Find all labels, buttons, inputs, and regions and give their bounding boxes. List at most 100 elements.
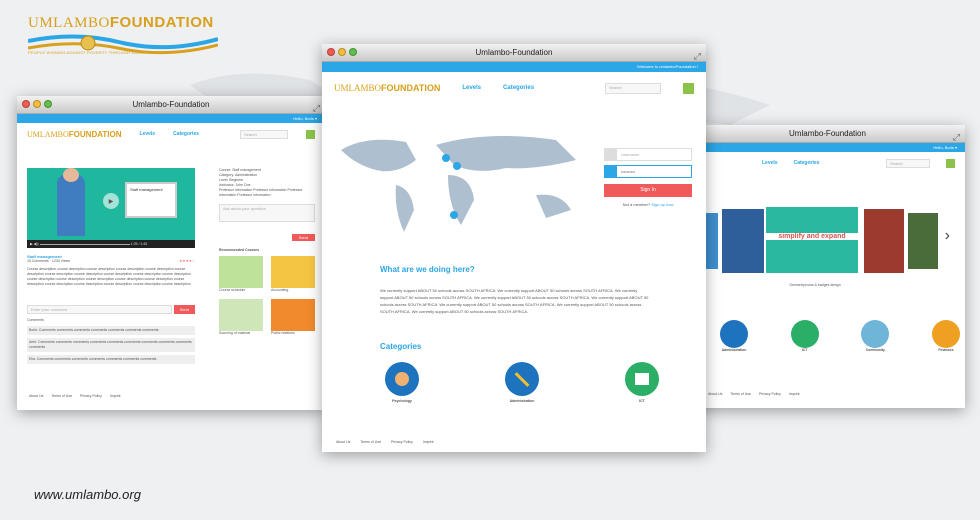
username-field[interactable]: Username bbox=[604, 148, 692, 161]
nav-categories[interactable]: Categories bbox=[794, 160, 820, 166]
map-pin-icon[interactable] bbox=[442, 154, 450, 162]
window-title: Umlambo-Foundation bbox=[475, 48, 553, 57]
chevron-right-icon[interactable]: › bbox=[945, 227, 950, 245]
course-thumbnail bbox=[271, 299, 315, 331]
course-info-panel: Course: Staff management Category: Admin… bbox=[219, 168, 315, 336]
center-categories: Psychology Administration ICT bbox=[372, 362, 672, 404]
sign-up-link[interactable]: Sign up now bbox=[651, 202, 673, 207]
footer-imprint[interactable]: Imprint bbox=[423, 440, 434, 444]
footer-about[interactable]: About Us bbox=[336, 440, 350, 444]
presenter-head bbox=[63, 168, 79, 182]
nav-levels[interactable]: Levels bbox=[140, 131, 156, 137]
footer-about[interactable]: About Us bbox=[29, 394, 43, 398]
world-map bbox=[341, 136, 576, 232]
carousel-tile bbox=[908, 213, 938, 269]
nav-levels[interactable]: Levels bbox=[462, 85, 481, 91]
search-input[interactable]: Search bbox=[605, 82, 661, 94]
window-title: Umlambo-Foundation bbox=[789, 129, 866, 138]
about-heading: What are we doing here? bbox=[380, 265, 475, 274]
search-button[interactable] bbox=[683, 82, 694, 94]
course-description: Course description course description co… bbox=[27, 267, 191, 286]
category-ict[interactable]: ICT bbox=[612, 362, 672, 404]
zoom-icon[interactable] bbox=[44, 100, 52, 108]
course-card[interactable]: Public relations bbox=[271, 299, 315, 336]
minimize-icon[interactable] bbox=[33, 100, 41, 108]
footer-terms[interactable]: Terms of Use bbox=[360, 440, 381, 444]
play-icon[interactable]: ▶ bbox=[103, 193, 119, 209]
welcome-bar: Welcome to umlamboFoundation ! bbox=[322, 62, 706, 72]
course-thumbnail bbox=[271, 256, 315, 288]
right-titlebar: Umlambo-Foundation ⤢ bbox=[690, 125, 965, 143]
carousel-tile bbox=[722, 209, 766, 273]
search-input[interactable]: Search bbox=[886, 158, 930, 168]
close-icon[interactable] bbox=[327, 48, 335, 56]
featured-slide-text: simplify and expand bbox=[766, 233, 858, 240]
nav-levels[interactable]: Levels bbox=[762, 160, 778, 166]
zoom-icon[interactable] bbox=[349, 48, 357, 56]
minimize-icon[interactable] bbox=[338, 48, 346, 56]
comment-input[interactable]: Enter your comment bbox=[27, 305, 172, 314]
window-title: Umlambo-Foundation bbox=[132, 100, 210, 109]
carousel-tile bbox=[864, 209, 904, 273]
brand-wave-graphic bbox=[28, 34, 218, 55]
footer-privacy[interactable]: Privacy Policy bbox=[391, 440, 413, 444]
login-form: Username •••••••••• Sign In Not a member… bbox=[604, 148, 692, 207]
presenter-figure bbox=[57, 174, 85, 236]
category-administration[interactable]: Administration bbox=[720, 320, 748, 353]
tag-icon bbox=[931, 320, 960, 348]
category-ict[interactable]: ICT bbox=[790, 320, 819, 353]
slide-board: Staff management bbox=[125, 182, 177, 218]
category-administration[interactable]: Administration bbox=[492, 362, 552, 404]
expand-icon[interactable]: ⤢ bbox=[313, 99, 320, 117]
left-footer: About Us Terms of Use Privacy Policy Imprin… bbox=[29, 394, 121, 398]
course-thumbnail bbox=[219, 299, 263, 331]
center-footer: About Us Terms of Use Privacy Policy Imprin… bbox=[336, 440, 434, 444]
footer-imprint[interactable]: Imprint bbox=[789, 392, 800, 396]
footer-imprint[interactable]: Imprint bbox=[110, 394, 121, 398]
video-player[interactable]: Staff management ▶ ▶ ◀)) 1:25 / 1:45 bbox=[27, 168, 195, 248]
download-icon bbox=[790, 320, 819, 348]
course-card[interactable]: Course schedule bbox=[219, 256, 263, 293]
left-window: Umlambo-Foundation ⤢ Hello, Boris ▾ UMLA… bbox=[17, 96, 325, 410]
course-card[interactable]: Sourcing of material bbox=[219, 299, 263, 336]
download-icon bbox=[625, 362, 659, 396]
search-button[interactable] bbox=[306, 129, 315, 139]
website-url[interactable]: www.umlambo.org bbox=[34, 487, 141, 502]
user-menu[interactable]: Hello, Boris ▾ bbox=[17, 114, 325, 123]
footer-privacy[interactable]: Privacy Policy bbox=[759, 392, 781, 396]
question-input[interactable]: Ask about your question bbox=[219, 204, 315, 222]
map-pin-icon[interactable] bbox=[453, 162, 461, 170]
footer-terms[interactable]: Terms of Use bbox=[51, 394, 72, 398]
center-window: Umlambo-Foundation ⤢ Welcome to umlamboF… bbox=[322, 44, 706, 452]
expand-icon[interactable]: ⤢ bbox=[953, 128, 960, 146]
person-icon bbox=[385, 362, 419, 396]
screwdriver-icon bbox=[505, 362, 539, 396]
search-input[interactable]: Search bbox=[240, 129, 288, 139]
carousel-featured[interactable]: simplify and expand bbox=[764, 205, 860, 275]
category-community[interactable]: Community bbox=[861, 320, 890, 353]
site-logo[interactable]: UMLAMBOFOUNDATION bbox=[27, 130, 122, 139]
map-pin-icon[interactable] bbox=[450, 211, 458, 219]
course-card[interactable]: Accounting bbox=[271, 256, 315, 293]
expand-icon[interactable]: ⤢ bbox=[694, 47, 701, 65]
footer-about[interactable]: About Us bbox=[708, 392, 722, 396]
search-button[interactable] bbox=[946, 158, 955, 168]
question-send-button[interactable]: Send bbox=[291, 234, 315, 241]
rating-stars: ★★★★☆ bbox=[179, 259, 195, 263]
user-menu[interactable]: Hello, Boris ▾ bbox=[690, 143, 965, 152]
comment-send-button[interactable]: Send bbox=[173, 305, 195, 314]
nav-categories[interactable]: Categories bbox=[503, 85, 534, 91]
nav-categories[interactable]: Categories bbox=[173, 131, 199, 137]
video-controls[interactable]: ▶ ◀)) 1:25 / 1:45 bbox=[27, 240, 195, 248]
close-icon[interactable] bbox=[22, 100, 30, 108]
sign-in-button[interactable]: Sign In bbox=[604, 184, 692, 197]
chat-icon bbox=[861, 320, 890, 348]
site-logo[interactable]: UMLAMBOFOUNDATION bbox=[334, 83, 440, 93]
category-finances[interactable]: Finances bbox=[931, 320, 960, 353]
footer-privacy[interactable]: Privacy Policy bbox=[80, 394, 102, 398]
category-psychology[interactable]: Psychology bbox=[372, 362, 432, 404]
footer-terms[interactable]: Terms of Use bbox=[730, 392, 751, 396]
image-carousel[interactable]: simplify and expand › bbox=[700, 205, 950, 277]
user-icon bbox=[605, 149, 617, 160]
password-field[interactable]: •••••••••• bbox=[604, 165, 692, 178]
